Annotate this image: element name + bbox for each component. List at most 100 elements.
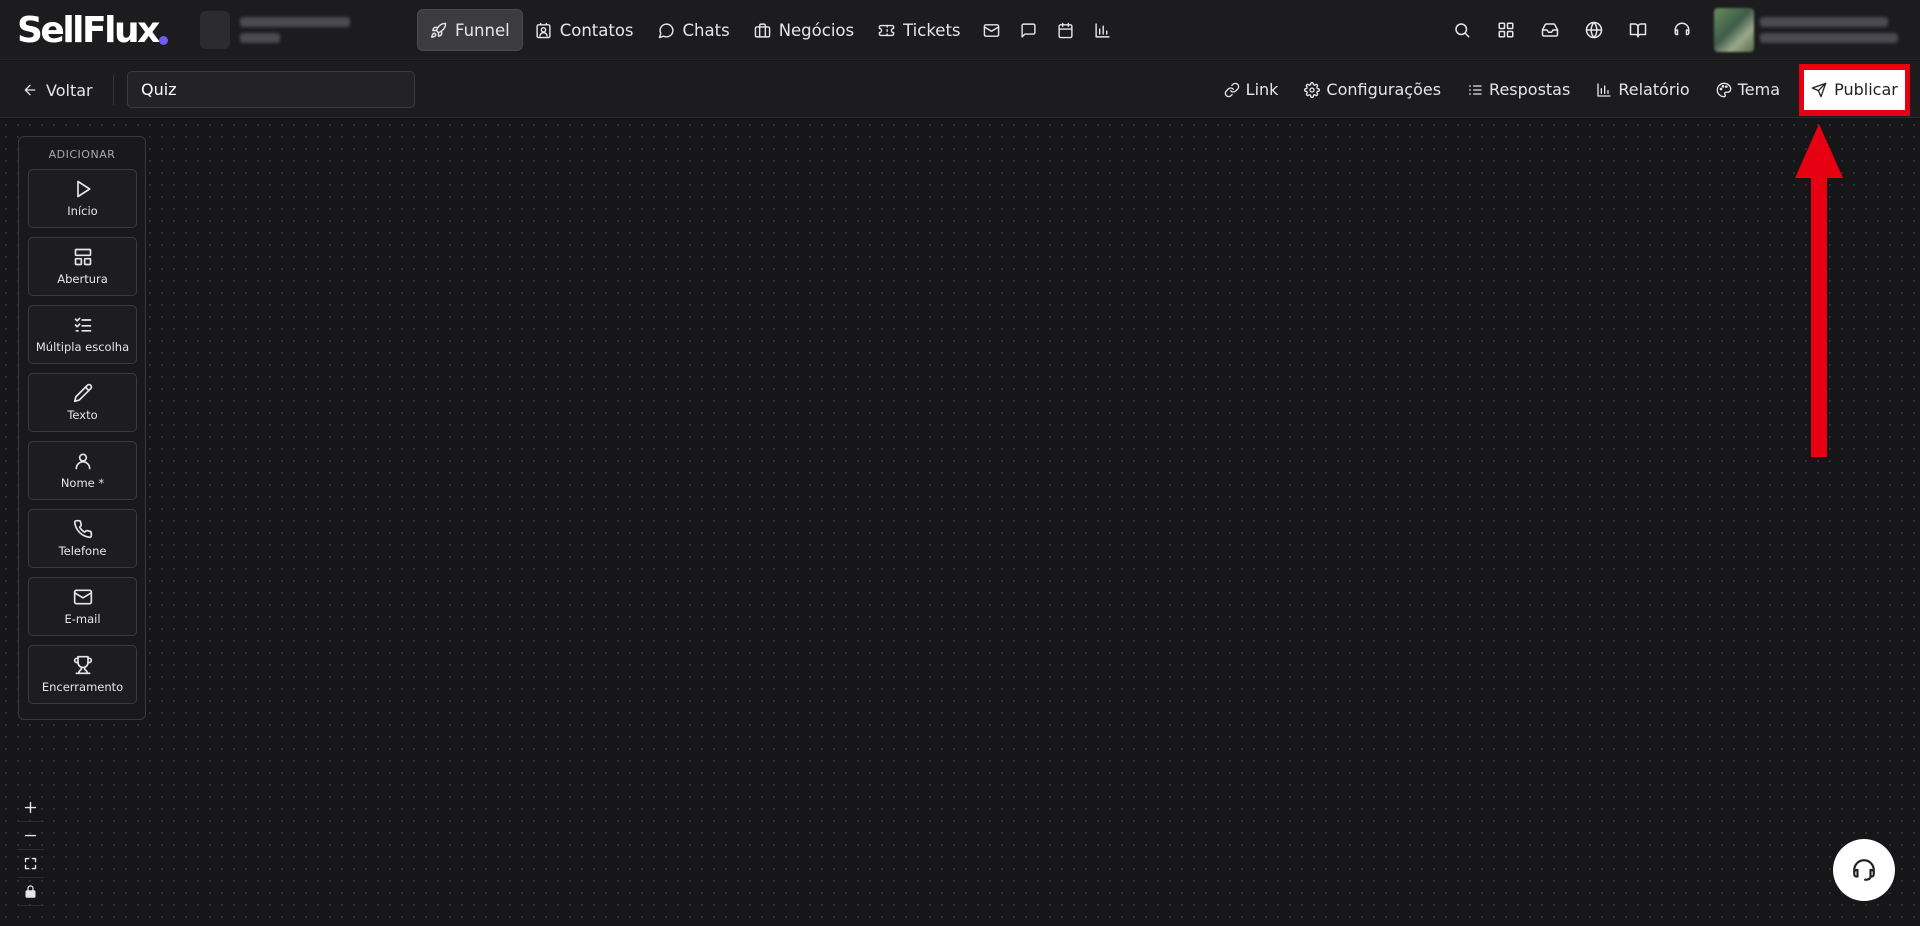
block-email[interactable]: E-mail [28,577,137,636]
link-icon [1224,82,1240,98]
nav-item-tickets[interactable]: Tickets [866,9,972,51]
layout-icon [73,247,93,267]
help-support-button[interactable] [1833,839,1895,901]
globe-icon[interactable] [1572,9,1616,51]
palette-title: ADICIONAR [48,148,116,161]
settings-button[interactable]: Configurações [1291,80,1454,99]
settings-label: Configurações [1326,80,1442,99]
block-encerramento[interactable]: Encerramento [28,645,137,704]
arrow-left-icon [22,82,38,98]
contacts-icon [535,22,552,39]
bar-chart-icon [1094,22,1111,39]
zoom-out-button[interactable] [17,822,44,850]
block-nome[interactable]: Nome * [28,441,137,500]
report-label: Relatório [1618,80,1690,99]
redacted-line [240,17,350,27]
nav-item-negocios[interactable]: Negócios [742,9,866,51]
publish-label: Publicar [1834,80,1898,99]
toolbar-divider [113,75,114,105]
user-icon [73,451,93,471]
fullscreen-icon [23,856,38,871]
account-avatar [200,11,230,49]
bar-chart-icon [1596,82,1612,98]
block-texto[interactable]: Texto [28,373,137,432]
inbox-icon[interactable] [1528,9,1572,51]
trophy-icon [73,655,93,675]
lock-button[interactable] [17,878,44,906]
publish-button[interactable]: Publicar [1804,69,1905,110]
editor-toolbar: Voltar Link Configurações Respostas [0,61,1920,118]
report-button[interactable]: Relatório [1583,80,1702,99]
search-icon[interactable] [1440,9,1484,51]
redacted-line [1760,17,1888,27]
apps-grid-icon[interactable] [1484,9,1528,51]
palette-icon [1716,82,1732,98]
user-menu[interactable] [1714,8,1904,52]
funnel-title-input[interactable] [127,71,415,108]
block-label: Nome * [60,476,105,490]
ticket-icon [878,22,895,39]
block-label: Texto [67,408,98,422]
minus-icon [23,828,38,843]
annotation-arrow-icon [1793,120,1845,460]
nav-item-funnel[interactable]: Funnel [417,9,523,51]
block-multipla-escolha[interactable]: Múltipla escolha [28,305,137,364]
redacted-line [240,33,280,43]
phone-icon [73,519,93,539]
responses-button[interactable]: Respostas [1454,80,1583,99]
back-label: Voltar [46,80,93,100]
block-label: Múltipla escolha [35,340,130,354]
theme-button[interactable]: Tema [1703,80,1793,99]
calendar-icon [1057,22,1074,39]
headset-icon[interactable] [1660,9,1704,51]
lock-icon [23,884,38,899]
list-icon [1467,82,1483,98]
nav-item-label: Tickets [903,20,961,40]
message-square-icon [1020,22,1037,39]
nav-item-label: Contatos [559,20,634,40]
back-button[interactable]: Voltar [22,74,93,106]
block-label: Encerramento [41,680,124,694]
logo-dot [158,35,168,45]
account-switcher[interactable] [200,10,390,50]
main-nav: Funnel Contatos Chats Negócios Tickets [417,9,1121,51]
book-icon[interactable] [1616,9,1660,51]
block-abertura[interactable]: Abertura [28,237,137,296]
briefcase-icon [754,22,771,39]
send-icon [1811,82,1827,98]
checklist-icon [73,315,93,335]
nav-item-label: Chats [682,20,730,40]
nav-item-messages[interactable] [1010,9,1047,51]
app-logo[interactable]: SellFlux [17,8,168,52]
link-button[interactable]: Link [1211,80,1292,99]
block-inicio[interactable]: Início [28,169,137,228]
gear-icon [1304,81,1321,98]
pencil-icon [73,383,93,403]
play-icon [73,179,93,199]
fit-view-button[interactable] [17,850,44,878]
redacted-line [1760,33,1898,43]
top-navigation: SellFlux Funnel Contatos Chats Negócios … [0,0,1920,60]
nav-item-chats[interactable]: Chats [646,9,742,51]
mail-icon [73,587,93,607]
user-info-redacted [1760,17,1898,43]
chat-bubble-icon [658,22,675,39]
block-label: Abertura [57,272,108,286]
nav-item-email[interactable] [973,9,1010,51]
logo-text: SellFlux [17,9,160,51]
zoom-controls [17,794,44,906]
block-telefone[interactable]: Telefone [28,509,137,568]
headset-icon [1851,857,1877,883]
flow-canvas[interactable] [0,119,1920,926]
nav-item-reports[interactable] [1084,9,1121,51]
rocket-icon [430,22,447,39]
blocks-palette: ADICIONAR Início Abertura Múltipla escol… [18,136,146,720]
zoom-in-button[interactable] [17,794,44,822]
avatar [1714,8,1754,52]
link-label: Link [1245,80,1279,99]
nav-item-contatos[interactable]: Contatos [523,9,646,51]
theme-label: Tema [1737,80,1780,99]
toolbar-actions: Link Configurações Respostas Relatório T… [1211,63,1910,116]
nav-item-calendar[interactable] [1047,9,1084,51]
responses-label: Respostas [1489,80,1571,99]
